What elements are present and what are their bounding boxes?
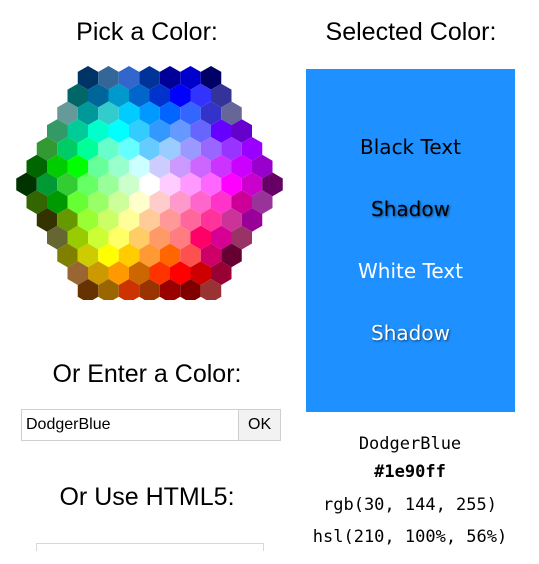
enter-color-heading: Or Enter a Color: [52,360,242,388]
color-hexagon-map[interactable] [12,65,287,300]
color-name-input[interactable] [21,409,239,441]
selected-color-heading: Selected Color: [325,18,497,46]
color-name-value: DodgerBlue [358,434,462,454]
html5-color-picker[interactable] [36,543,264,551]
black-shadow-sample: Shadow [371,197,450,221]
color-hex-value: #1e90ff [374,462,446,482]
black-text-sample: Black Text [360,135,461,159]
color-entry-form: OK [21,409,281,441]
selected-color-swatch: Black Text Shadow White Text Shadow [306,69,515,412]
html5-heading: Or Use HTML5: [59,483,235,511]
color-rgb-value: rgb(30, 144, 255) [323,495,497,515]
ok-button[interactable]: OK [238,409,281,441]
white-text-sample: White Text [358,259,463,283]
pick-color-heading: Pick a Color: [76,18,218,46]
color-hsl-value: hsl(210, 100%, 56%) [312,527,508,547]
white-shadow-sample: Shadow [371,321,450,345]
